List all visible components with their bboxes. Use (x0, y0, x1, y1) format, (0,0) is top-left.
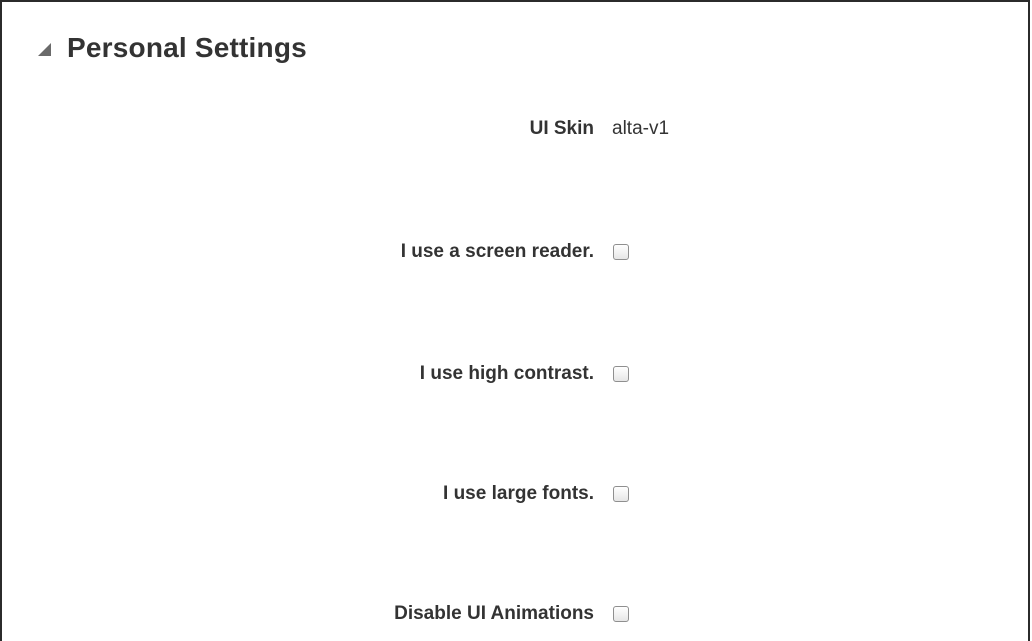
disable-animations-row: Disable UI Animations (2, 599, 1032, 629)
ui-skin-value: alta-v1 (612, 118, 670, 139)
disclosure-triangle-icon[interactable] (38, 42, 51, 56)
section-header[interactable]: Personal Settings (38, 28, 307, 68)
large-fonts-label: I use large fonts. (443, 483, 594, 504)
screen-reader-row: I use a screen reader. (2, 237, 1032, 267)
section-title: Personal Settings (67, 32, 307, 63)
high-contrast-label: I use high contrast. (419, 363, 594, 384)
large-fonts-row: I use large fonts. (2, 479, 1032, 509)
high-contrast-row: I use high contrast. (2, 359, 1032, 389)
disable-animations-checkbox[interactable] (613, 606, 629, 622)
high-contrast-checkbox[interactable] (613, 366, 629, 382)
ui-skin-row: UI Skin alta-v1 (2, 114, 1032, 144)
screen-reader-label: I use a screen reader. (400, 241, 594, 262)
screen-reader-checkbox[interactable] (613, 244, 629, 260)
large-fonts-checkbox[interactable] (613, 486, 629, 502)
ui-skin-label: UI Skin (529, 118, 594, 139)
disable-animations-label: Disable UI Animations (394, 603, 594, 624)
personal-settings-panel: Personal Settings UI Skin alta-v1 I use … (0, 0, 1030, 641)
